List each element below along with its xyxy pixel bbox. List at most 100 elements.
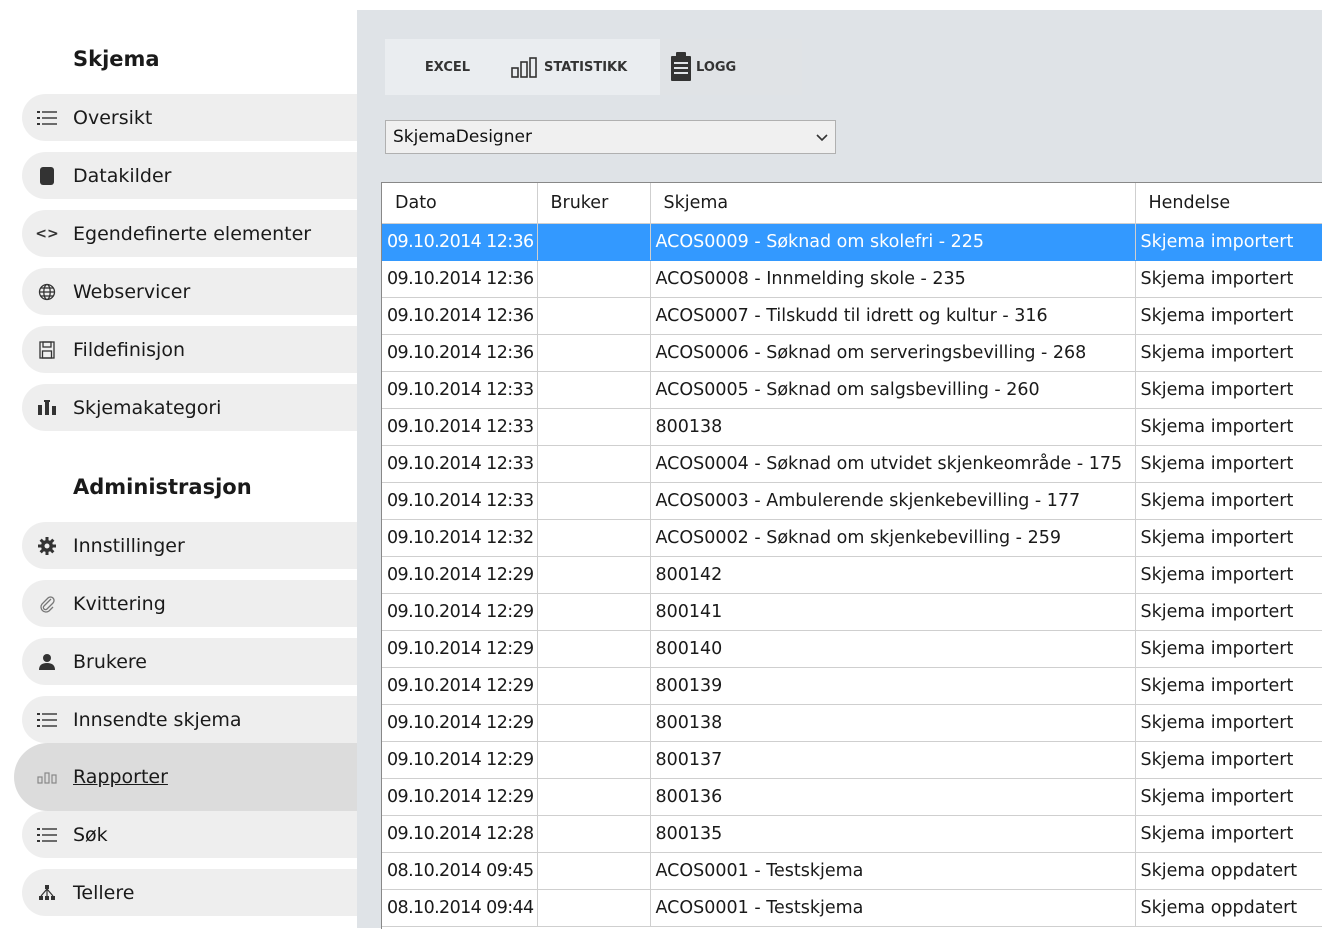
cell-skjema: ACOS0008 - Innmelding skole - 235 bbox=[650, 260, 1136, 298]
table-row[interactable]: 09.10.2014 12:36 ACOS0008 - Innmelding sk… bbox=[382, 260, 1322, 298]
column-header-skjema[interactable]: Skjema bbox=[650, 183, 1136, 224]
cell-dato: 09.10.2014 12:32 bbox=[382, 519, 538, 557]
sidebar-item-skjemakategori[interactable]: Skjemakategori bbox=[22, 384, 357, 431]
source-select[interactable]: SkjemaDesigner bbox=[385, 120, 836, 154]
table-row[interactable]: 09.10.2014 12:32 ACOS0002 - Søknad om skj… bbox=[382, 519, 1322, 557]
sidebar-item-egendefinerte-elementer[interactable]: <> Egendefinerte elementer bbox=[22, 210, 357, 257]
table-row[interactable]: 09.10.2014 12:29 800140 Skjema importert bbox=[382, 630, 1322, 668]
sidebar-item-tellere[interactable]: Tellere bbox=[22, 869, 357, 916]
sidebar-item-webservicer[interactable]: Webservicer bbox=[22, 268, 357, 315]
cell-hendelse: Skjema importert bbox=[1135, 556, 1322, 594]
section-title-skjema: Skjema bbox=[73, 47, 160, 71]
list-icon bbox=[36, 824, 58, 846]
cell-bruker bbox=[537, 482, 651, 520]
cell-bruker bbox=[537, 741, 651, 779]
sidebar-item-sok[interactable]: Søk bbox=[22, 811, 357, 858]
cell-hendelse: Skjema importert bbox=[1135, 593, 1322, 631]
sidebar-item-label: Innsendte skjema bbox=[73, 708, 242, 731]
cell-skjema: ACOS0005 - Søknad om salgsbevilling - 26… bbox=[650, 371, 1136, 409]
sidebar-item-label: Fildefinisjon bbox=[73, 338, 185, 361]
sidebar-item-rapporter[interactable]: Rapporter bbox=[14, 743, 357, 811]
logg-label: LOGG bbox=[696, 59, 737, 75]
table-row[interactable]: 09.10.2014 12:28 800135 Skjema importert bbox=[382, 815, 1322, 853]
cell-hendelse: Skjema importert bbox=[1135, 334, 1322, 372]
cell-bruker bbox=[537, 371, 651, 409]
sidebar-item-label: Skjemakategori bbox=[73, 396, 222, 419]
cell-skjema: 800138 bbox=[650, 408, 1136, 446]
table-row[interactable]: 09.10.2014 12:36 ACOS0006 - Søknad om ser… bbox=[382, 334, 1322, 372]
chart-icon bbox=[36, 766, 58, 788]
cell-hendelse: Skjema importert bbox=[1135, 630, 1322, 668]
cell-skjema: ACOS0001 - Testskjema bbox=[650, 889, 1136, 927]
table-row[interactable]: 09.10.2014 12:33 ACOS0004 - Søknad om utv… bbox=[382, 445, 1322, 483]
bar-chart-icon bbox=[510, 56, 540, 78]
table-header-row: Dato Bruker Skjema Hendelse bbox=[382, 183, 1322, 224]
cell-hendelse: Skjema importert bbox=[1135, 260, 1322, 298]
sidebar-item-kvittering[interactable]: Kvittering bbox=[22, 580, 357, 627]
table-row[interactable]: 09.10.2014 12:33 ACOS0005 - Søknad om sal… bbox=[382, 371, 1322, 409]
cell-skjema: 800138 bbox=[650, 704, 1136, 742]
cell-dato: 09.10.2014 12:36 bbox=[382, 297, 538, 335]
sidebar-item-innstillinger[interactable]: Innstillinger bbox=[22, 522, 357, 569]
table-row[interactable]: 09.10.2014 12:36 ACOS0009 - Søknad om sko… bbox=[382, 223, 1322, 261]
globe-icon bbox=[36, 281, 58, 303]
column-header-bruker[interactable]: Bruker bbox=[537, 183, 651, 224]
cell-skjema: 800139 bbox=[650, 667, 1136, 705]
table-row[interactable]: 09.10.2014 12:29 800141 Skjema importert bbox=[382, 593, 1322, 631]
main-panel: EXCEL STATISTIKK LOGG SkjemaDesigner Dat bbox=[357, 10, 1322, 929]
sidebar-item-fildefinisjon[interactable]: Fildefinisjon bbox=[22, 326, 357, 373]
cell-dato: 09.10.2014 12:33 bbox=[382, 482, 538, 520]
cell-bruker bbox=[537, 297, 651, 335]
table-row[interactable]: 08.10.2014 09:45 ACOS0001 - Testskjema Skj… bbox=[382, 852, 1322, 890]
cell-dato: 09.10.2014 12:29 bbox=[382, 630, 538, 668]
table-row[interactable]: 09.10.2014 12:29 800137 Skjema importert bbox=[382, 741, 1322, 779]
cell-skjema: 800136 bbox=[650, 778, 1136, 816]
table-row[interactable]: 09.10.2014 12:29 800139 Skjema importert bbox=[382, 667, 1322, 705]
source-select-value: SkjemaDesigner bbox=[393, 127, 532, 147]
cell-dato: 09.10.2014 12:33 bbox=[382, 408, 538, 446]
statistikk-label: STATISTIKK bbox=[544, 59, 628, 75]
cell-skjema: ACOS0001 - Testskjema bbox=[650, 852, 1136, 890]
sidebar-item-label: Rapporter bbox=[73, 766, 168, 788]
log-table: Dato Bruker Skjema Hendelse 09.10.2014 1… bbox=[381, 182, 1322, 929]
cell-hendelse: Skjema importert bbox=[1135, 482, 1322, 520]
cell-skjema: ACOS0002 - Søknad om skjenkebevilling - … bbox=[650, 519, 1136, 557]
table-row[interactable]: 09.10.2014 12:29 800136 Skjema importert bbox=[382, 778, 1322, 816]
cell-dato: 09.10.2014 12:29 bbox=[382, 778, 538, 816]
cell-dato: 09.10.2014 12:29 bbox=[382, 593, 538, 631]
cell-hendelse: Skjema importert bbox=[1135, 741, 1322, 779]
table-row[interactable]: 08.10.2014 09:44 ACOS0001 - Testskjema Skj… bbox=[382, 889, 1322, 927]
table-row[interactable]: 09.10.2014 12:33 ACOS0003 - Ambulerende s… bbox=[382, 482, 1322, 520]
cell-skjema: ACOS0004 - Søknad om utvidet skjenkeområ… bbox=[650, 445, 1136, 483]
cell-hendelse: Skjema importert bbox=[1135, 778, 1322, 816]
sidebar-item-innsendte-skjema[interactable]: Innsendte skjema bbox=[22, 696, 357, 743]
cell-hendelse: Skjema importert bbox=[1135, 815, 1322, 853]
table-row[interactable]: 09.10.2014 12:33 800138 Skjema importert bbox=[382, 408, 1322, 446]
sidebar-item-label: Søk bbox=[73, 823, 108, 846]
excel-button[interactable]: EXCEL bbox=[385, 39, 510, 95]
cell-bruker bbox=[537, 889, 651, 927]
report-toolbar: EXCEL STATISTIKK LOGG bbox=[385, 39, 802, 95]
cell-dato: 09.10.2014 12:29 bbox=[382, 667, 538, 705]
sidebar-item-label: Kvittering bbox=[73, 592, 166, 615]
list-icon bbox=[36, 107, 58, 129]
table-row[interactable]: 09.10.2014 12:36 ACOS0007 - Tilskudd til … bbox=[382, 297, 1322, 335]
sidebar-item-oversikt[interactable]: Oversikt bbox=[22, 94, 357, 141]
table-row[interactable]: 09.10.2014 12:29 800142 Skjema importert bbox=[382, 556, 1322, 594]
column-header-hendelse[interactable]: Hendelse bbox=[1135, 183, 1322, 224]
cell-dato: 09.10.2014 12:33 bbox=[382, 371, 538, 409]
statistikk-button[interactable]: STATISTIKK bbox=[510, 39, 660, 95]
sidebar-item-label: Egendefinerte elementer bbox=[73, 222, 312, 245]
logg-button[interactable]: LOGG bbox=[660, 39, 802, 95]
cell-dato: 09.10.2014 12:36 bbox=[382, 223, 538, 261]
cell-skjema: 800135 bbox=[650, 815, 1136, 853]
column-header-dato[interactable]: Dato bbox=[382, 183, 538, 224]
cell-bruker bbox=[537, 445, 651, 483]
sidebar-item-brukere[interactable]: Brukere bbox=[22, 638, 357, 685]
table-row[interactable]: 09.10.2014 12:29 800138 Skjema importert bbox=[382, 704, 1322, 742]
gear-icon bbox=[36, 535, 58, 557]
sidebar-item-datakilder[interactable]: Datakilder bbox=[22, 152, 357, 199]
cell-bruker bbox=[537, 519, 651, 557]
category-icon bbox=[36, 397, 58, 419]
cell-skjema: ACOS0003 - Ambulerende skjenkebevilling … bbox=[650, 482, 1136, 520]
